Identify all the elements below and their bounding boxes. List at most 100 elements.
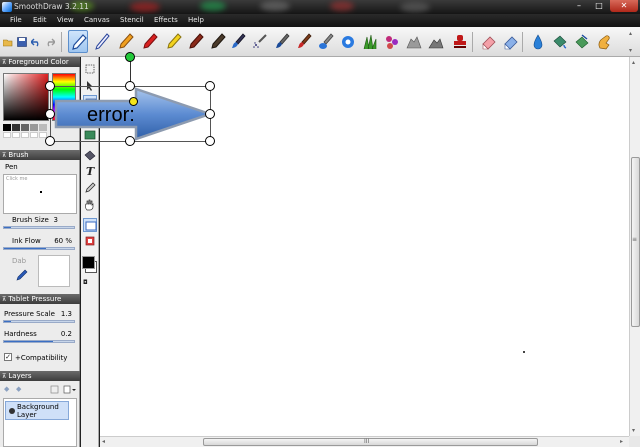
menu-view[interactable]: View bbox=[57, 16, 74, 24]
blue-flower-icon bbox=[342, 36, 354, 48]
resize-handle-right[interactable] bbox=[205, 109, 215, 119]
bucket-icon bbox=[84, 150, 96, 161]
stencil-close-tool[interactable] bbox=[83, 234, 97, 248]
tablet-pressure-header[interactable]: ⊼ Tablet Pressure bbox=[0, 294, 80, 304]
resize-handle-top[interactable] bbox=[125, 81, 135, 91]
layer-name: Background Layer bbox=[17, 403, 59, 419]
compatibility-checkbox[interactable]: ✓ bbox=[4, 353, 12, 361]
menu-file[interactable]: File bbox=[10, 16, 22, 24]
grass-tool[interactable] bbox=[360, 30, 380, 53]
fill-tool[interactable] bbox=[83, 148, 97, 162]
scroll-left-icon[interactable]: ◂ bbox=[102, 438, 105, 445]
horizontal-scroll-thumb[interactable]: III bbox=[203, 438, 538, 446]
crayon-icon bbox=[143, 33, 158, 49]
spray-tool[interactable] bbox=[272, 30, 292, 53]
marker-tool[interactable] bbox=[208, 30, 228, 53]
resize-handle-left[interactable] bbox=[45, 109, 55, 119]
color-picker-square[interactable] bbox=[3, 73, 49, 121]
vertical-scrollbar[interactable]: ▴ ≡ ▾ bbox=[629, 57, 640, 436]
mountain-tool[interactable] bbox=[426, 30, 446, 53]
highlighter-tool[interactable] bbox=[164, 30, 184, 53]
minimize-button[interactable]: – bbox=[570, 0, 588, 12]
oil-brush-tool[interactable] bbox=[294, 30, 314, 53]
bucket-tool[interactable] bbox=[550, 30, 570, 53]
new-layer-icon[interactable] bbox=[50, 385, 59, 394]
resize-handle-top-right[interactable] bbox=[205, 81, 215, 91]
foreground-color-swatch[interactable] bbox=[82, 256, 95, 269]
move-layer-down-icon[interactable]: ◆ bbox=[16, 385, 21, 393]
eraser-tool[interactable] bbox=[478, 30, 498, 53]
maximize-button[interactable]: □ bbox=[590, 0, 608, 12]
blur-finger-tool[interactable] bbox=[594, 30, 614, 53]
resize-handle-bottom[interactable] bbox=[125, 136, 135, 146]
rock-tool[interactable] bbox=[404, 30, 424, 53]
scroll-down-icon[interactable]: ▾ bbox=[632, 427, 635, 434]
layer-menu-icon[interactable] bbox=[63, 385, 77, 394]
airbrush-tool[interactable] bbox=[250, 30, 270, 53]
layers-header[interactable]: ⊼ Layers bbox=[0, 371, 80, 381]
text-tool[interactable]: T bbox=[83, 165, 97, 179]
rotate-handle[interactable] bbox=[125, 52, 135, 62]
fine-pen-icon bbox=[95, 33, 110, 50]
resize-handle-bottom-left[interactable] bbox=[45, 136, 55, 146]
dab-preview[interactable] bbox=[38, 255, 70, 287]
scroll-up-icon[interactable]: ▴ bbox=[632, 59, 635, 66]
soft-eraser-tool[interactable] bbox=[500, 30, 520, 53]
toolbar-overflow-down-icon[interactable]: ▾ bbox=[629, 47, 632, 54]
pressure-scale-slider[interactable] bbox=[3, 320, 75, 323]
save-icon[interactable] bbox=[17, 37, 27, 47]
scroll-right-icon[interactable]: ▸ bbox=[620, 438, 623, 445]
stamp-tool[interactable] bbox=[338, 30, 358, 53]
crayon-tool[interactable] bbox=[140, 30, 160, 53]
hand-icon bbox=[84, 199, 94, 211]
layer-item-background[interactable]: Background Layer bbox=[5, 401, 69, 420]
hand-tool[interactable] bbox=[83, 198, 97, 212]
water-drop-tool[interactable] bbox=[528, 30, 548, 53]
swap-colors-icon[interactable]: ◘ bbox=[83, 279, 88, 286]
pencil-tool[interactable] bbox=[116, 30, 136, 53]
layer-visible-icon[interactable] bbox=[8, 407, 16, 415]
toolbar-separator bbox=[522, 32, 523, 52]
smudge-icon bbox=[575, 34, 589, 49]
move-layer-up-icon[interactable]: ◆ bbox=[4, 385, 9, 393]
toolbar-separator bbox=[61, 32, 62, 52]
pen-tool[interactable] bbox=[68, 30, 88, 53]
brush-preview[interactable]: Click me bbox=[3, 174, 77, 214]
brush-name: Pen bbox=[5, 163, 18, 171]
chalk-tool[interactable] bbox=[186, 30, 206, 53]
menu-stencil[interactable]: Stencil bbox=[120, 16, 144, 24]
flowers-tool[interactable] bbox=[382, 30, 402, 53]
menu-canvas[interactable]: Canvas bbox=[84, 16, 110, 24]
fine-pen-tool[interactable] bbox=[92, 30, 112, 53]
layer-list: Background Layer bbox=[3, 398, 77, 447]
ink-flow-slider[interactable] bbox=[3, 247, 75, 250]
redo-icon[interactable] bbox=[45, 37, 55, 47]
stamp-red-tool[interactable] bbox=[450, 30, 470, 53]
resize-handle-top-left[interactable] bbox=[45, 81, 55, 91]
foreground-color-header[interactable]: ⊼ Foreground Color bbox=[0, 57, 80, 67]
canvas-dot bbox=[523, 351, 525, 353]
horizontal-scrollbar[interactable]: ◂ III ▸ bbox=[100, 436, 629, 447]
hardness-fill bbox=[4, 341, 53, 342]
stencil-rect-tool[interactable] bbox=[83, 218, 97, 232]
brush-header[interactable]: ⊼ Brush bbox=[0, 150, 80, 160]
watercolor-tool[interactable] bbox=[316, 30, 336, 53]
eraser-icon bbox=[482, 36, 496, 50]
toolbar-overflow-icon[interactable]: ▴ bbox=[629, 30, 632, 37]
resize-handle-bottom-right[interactable] bbox=[205, 136, 215, 146]
brush-tool[interactable] bbox=[228, 30, 248, 53]
undo-icon[interactable] bbox=[31, 37, 41, 47]
smudge-tool[interactable] bbox=[572, 30, 592, 53]
menu-edit[interactable]: Edit bbox=[33, 16, 47, 24]
menu-effects[interactable]: Effects bbox=[154, 16, 178, 24]
brush-size-slider[interactable] bbox=[3, 226, 75, 229]
close-button[interactable]: ✕ bbox=[610, 0, 638, 12]
select-rect-tool[interactable] bbox=[83, 62, 97, 76]
menu-help[interactable]: Help bbox=[188, 16, 204, 24]
eyedropper-tool[interactable] bbox=[83, 181, 97, 195]
hardness-slider[interactable] bbox=[3, 340, 75, 343]
dab-pen-icon[interactable] bbox=[16, 269, 28, 281]
open-icon[interactable] bbox=[3, 37, 13, 47]
vertical-scroll-thumb[interactable]: ≡ bbox=[631, 157, 640, 327]
pressure-scale-label: Pressure Scale bbox=[4, 310, 55, 318]
